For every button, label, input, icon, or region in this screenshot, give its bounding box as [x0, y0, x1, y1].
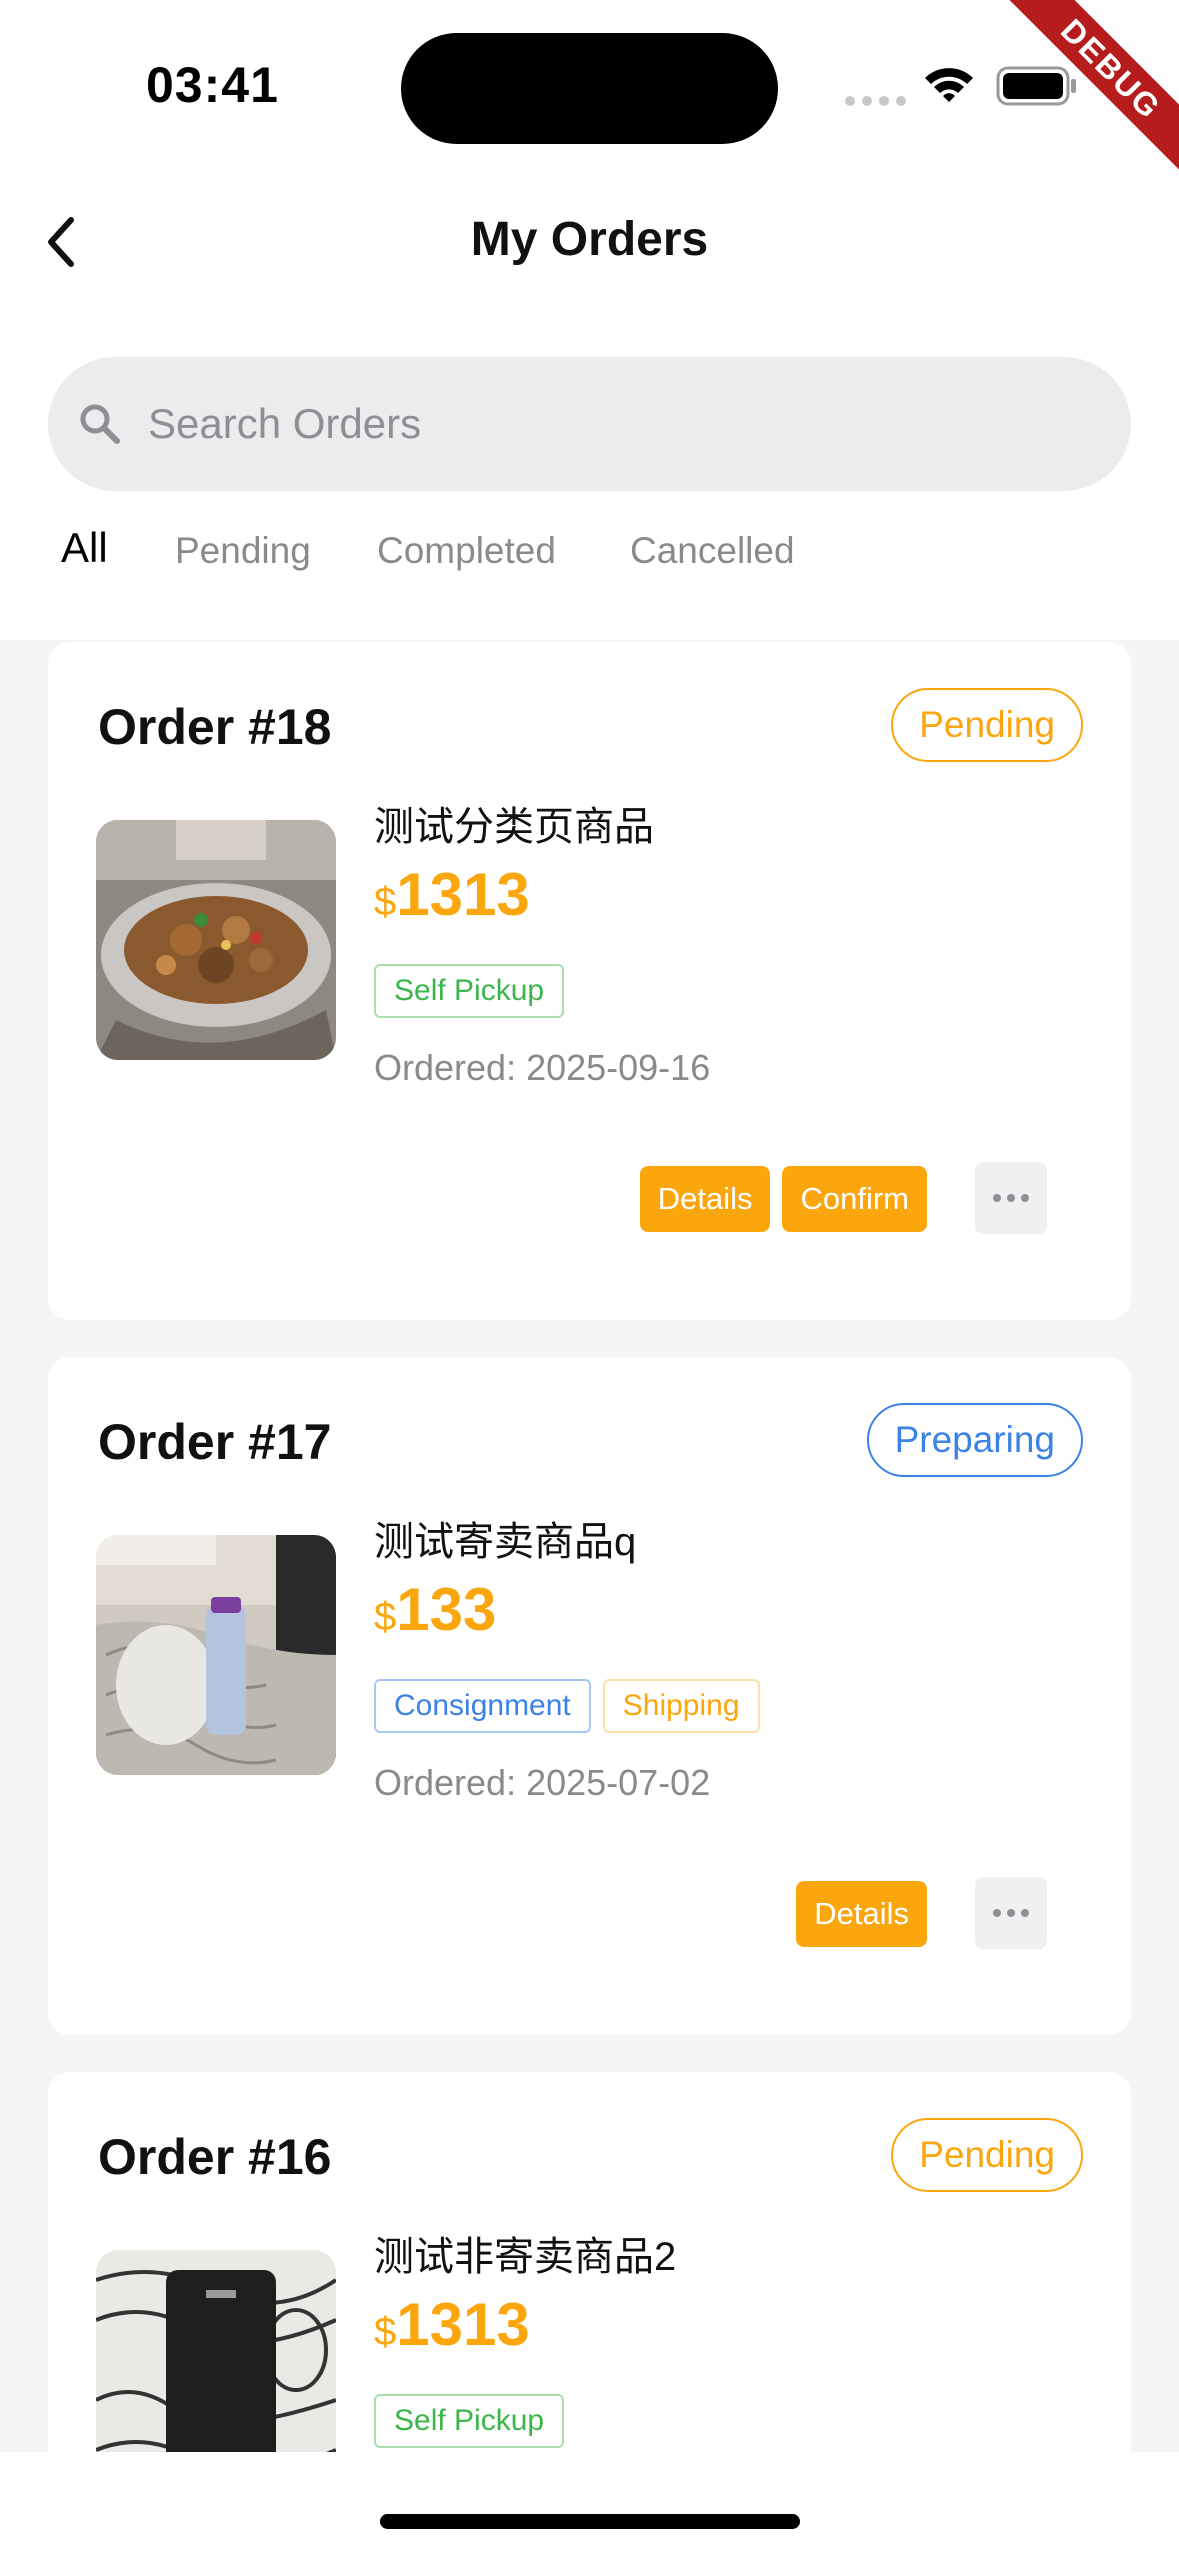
tag-list: Self Pickup	[374, 2394, 565, 2448]
tag-self-pickup: Self Pickup	[374, 964, 565, 1018]
order-card[interactable]: Order #17 Preparing 测试寄卖商品q $133 Consign…	[48, 1357, 1131, 2035]
price-amount: 133	[396, 1576, 497, 1643]
order-number: Order #17	[98, 1414, 332, 1470]
tag-list: Consignment Shipping	[374, 1679, 760, 1733]
tab-pending[interactable]: Pending	[175, 530, 311, 572]
tag-shipping: Shipping	[602, 1679, 760, 1733]
price: $1313	[374, 2290, 530, 2359]
product-name: 测试寄卖商品q	[374, 1520, 637, 1564]
order-actions: Details Confirm	[639, 1166, 927, 1232]
product-image	[96, 1535, 336, 1775]
currency-symbol: $	[374, 1595, 397, 1639]
product-name: 测试非寄卖商品2	[374, 2235, 677, 2279]
currency-symbol: $	[374, 880, 397, 924]
order-date: Ordered: 2025-07-02	[374, 1762, 711, 1803]
product-name: 测试分类页商品	[374, 805, 654, 849]
details-button[interactable]: Details	[639, 1166, 771, 1232]
currency-symbol: $	[374, 2310, 397, 2354]
status-time: 03:41	[146, 57, 279, 113]
tab-cancelled[interactable]: Cancelled	[630, 530, 795, 572]
more-icon[interactable]	[975, 1877, 1047, 1949]
order-card[interactable]: Order #16 Pending 测试非寄卖商品2 $1313 Self Pi…	[48, 2072, 1131, 2492]
price: $1313	[374, 860, 530, 929]
price-amount: 1313	[396, 861, 530, 928]
bottom-safe-area	[0, 2452, 1179, 2556]
more-icon[interactable]	[975, 1162, 1047, 1234]
status-badge: Pending	[891, 2118, 1083, 2192]
status-badge: Pending	[891, 688, 1083, 762]
tag-consignment: Consignment	[374, 1679, 591, 1733]
details-button[interactable]: Details	[796, 1881, 927, 1947]
dynamic-island	[401, 33, 778, 144]
order-number: Order #18	[98, 699, 332, 755]
order-number: Order #16	[98, 2129, 332, 2185]
order-date: Ordered: 2025-09-16	[374, 1047, 711, 1088]
product-image	[96, 820, 336, 1060]
tag-list: Self Pickup	[374, 964, 565, 1018]
header-area: 03:41 DEBUG My Orders Search Orders All …	[0, 0, 1179, 640]
status-badge: Preparing	[866, 1403, 1083, 1477]
battery-icon	[996, 66, 1078, 111]
order-actions: Details	[796, 1881, 927, 1947]
confirm-button[interactable]: Confirm	[782, 1166, 927, 1232]
order-card[interactable]: Order #18 Pending 测试分类页商品 $1313 Self Pic…	[48, 642, 1131, 1320]
home-indicator[interactable]	[380, 2514, 800, 2529]
tab-all[interactable]: All	[61, 524, 108, 572]
search-input[interactable]: Search Orders	[48, 357, 1131, 491]
search-placeholder: Search Orders	[148, 400, 422, 447]
search-icon	[74, 398, 126, 450]
tab-completed[interactable]: Completed	[377, 530, 556, 572]
price-amount: 1313	[396, 2291, 530, 2358]
tag-self-pickup: Self Pickup	[374, 2394, 565, 2448]
page-title: My Orders	[470, 213, 709, 266]
wifi-icon	[923, 64, 975, 109]
price: $133	[374, 1575, 496, 1644]
cellular-signal-icon	[845, 96, 906, 106]
